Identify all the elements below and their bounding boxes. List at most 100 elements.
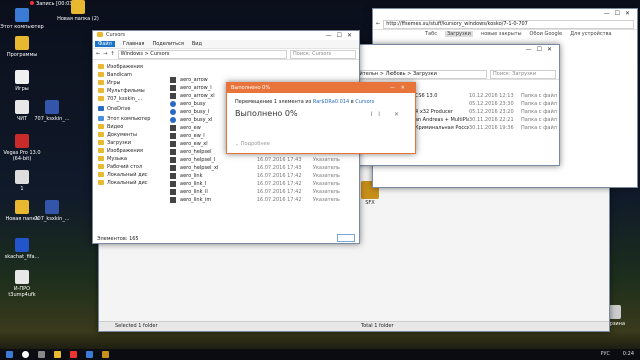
- browser-url-field[interactable]: http://ffsemes.su/stuff/kursory_windows/…: [383, 19, 634, 29]
- explorer-search[interactable]: Поиск: Cursors: [290, 49, 356, 59]
- nav-item[interactable]: Музыка: [93, 155, 155, 163]
- folder-icon: [98, 156, 104, 161]
- source-link[interactable]: Rar$DRa0.014: [313, 99, 349, 105]
- folder-icon: [98, 80, 104, 85]
- taskbar-app-icon[interactable]: [86, 351, 93, 358]
- explorer-title: Cursors: [106, 32, 126, 38]
- archive-status-left: Selected 1 folder: [115, 323, 158, 329]
- explorer-path[interactable]: Windows > Cursors: [117, 49, 287, 59]
- desktop-icon[interactable]: skachat_fifa...: [0, 238, 44, 260]
- folder-icon: [98, 140, 104, 145]
- cursor-file-icon: [170, 188, 176, 195]
- clock[interactable]: 0:24: [623, 351, 634, 357]
- desktop-icon[interactable]: Этот компьютер: [0, 8, 44, 30]
- download-row[interactable]: ep CS6 13.0 10.12.2016 12:13 Папка с файл: [407, 92, 559, 100]
- file-row[interactable]: aero_helpsel_xl 16.07.2016 17:43 Указатель: [167, 164, 357, 172]
- file-row[interactable]: aero_link 16.07.2016 17:42 Указатель: [167, 172, 357, 180]
- bookmark-item[interactable]: Для устройства: [570, 31, 611, 37]
- desktop-icon-label: Программы: [6, 52, 38, 58]
- folder-icon: [98, 164, 104, 169]
- bookmark-item[interactable]: Табс: [425, 31, 437, 37]
- ribbon-tab[interactable]: Вид: [192, 41, 202, 47]
- desktop-icon[interactable]: 1: [0, 170, 44, 192]
- desktop-icon[interactable]: Программы: [0, 36, 44, 58]
- explorer-taskbar-icon[interactable]: [54, 351, 61, 358]
- nav-item[interactable]: Документы: [93, 131, 155, 139]
- view-toggle[interactable]: [337, 234, 355, 242]
- desktop-icon[interactable]: Игры: [0, 70, 44, 92]
- download-row[interactable]: m64 x32 Producer 05.12.2016 23:20 Папка с …: [407, 108, 559, 116]
- details-toggle[interactable]: ⌄ Подробнее: [235, 141, 270, 147]
- nav-item[interactable]: Мультфильмы: [93, 87, 155, 95]
- bookmark-item[interactable]: Загрузки: [444, 31, 473, 37]
- desktop-icon-image: [15, 36, 29, 50]
- forward-arrow-icon[interactable]: →: [103, 51, 107, 57]
- winrar-taskbar-icon[interactable]: [102, 351, 109, 358]
- downloads-search[interactable]: Поиск: Загрузки: [490, 69, 556, 79]
- desktop-icon-image: [15, 134, 29, 148]
- opera-taskbar-icon[interactable]: [70, 351, 77, 358]
- explorer-titlebar[interactable]: Cursors: [93, 31, 359, 40]
- archive-status-mid: Total 1 folder: [361, 323, 394, 329]
- bookmark-item[interactable]: Обои Google: [530, 31, 563, 37]
- back-arrow-icon[interactable]: ←: [376, 21, 380, 27]
- downloads-window-controls[interactable]: —☐✕: [526, 45, 557, 54]
- desktop-icon[interactable]: 707_ksxkin_...: [30, 200, 74, 222]
- language-indicator[interactable]: РУС: [600, 351, 610, 357]
- folder-icon: [98, 132, 104, 137]
- nav-item[interactable]: Изображения: [93, 147, 155, 155]
- nav-item[interactable]: Bandicam: [93, 71, 155, 79]
- start-icon[interactable]: [6, 351, 13, 358]
- desktop-icon-image: [45, 100, 59, 114]
- nav-item[interactable]: Изображения: [93, 63, 155, 71]
- desktop-icon-label: skachat_fifa...: [4, 254, 40, 260]
- cursor-file-icon: [170, 140, 176, 147]
- folder-icon: [98, 116, 104, 121]
- chevron-down-icon: ⌄: [235, 141, 240, 147]
- folder-icon: [97, 32, 103, 37]
- desktop-icon[interactable]: Vegas Pro 13.0 (64-bit): [0, 134, 44, 162]
- browser-window-controls[interactable]: —☐✕: [604, 9, 635, 18]
- nav-item[interactable]: Этот компьютер: [93, 115, 155, 123]
- nav-item[interactable]: Видео: [93, 123, 155, 131]
- desktop-icon[interactable]: 707_ksxkin_...: [30, 100, 74, 122]
- nav-item[interactable]: Рабочий стол: [93, 163, 155, 171]
- ribbon-tab[interactable]: Поделиться: [152, 41, 183, 47]
- desktop-icon[interactable]: Новая папка (2): [56, 0, 100, 22]
- download-row[interactable]: ь - Криминальная Росси... 30.11.2016 19:3…: [407, 124, 559, 132]
- file-row[interactable]: aero_link_im 16.07.2016 17:42 Указатель: [167, 196, 357, 204]
- destination-link[interactable]: Cursors: [355, 99, 374, 105]
- bookmark-item[interactable]: новые закрыты: [481, 31, 522, 37]
- desktop-icon-image: [15, 8, 29, 22]
- desktop-icon[interactable]: И-ПРО t3ump4ufk: [0, 270, 44, 298]
- nav-item[interactable]: Локальный дис: [93, 179, 155, 187]
- desktop-icon-label: Vegas Pro 13.0 (64-bit): [3, 150, 41, 162]
- navigation-pane: Изображения Bandicam Игры Мультфильмы 707_ks…: [93, 63, 155, 233]
- folder-icon: [98, 64, 104, 69]
- download-row[interactable]: o San Andreas + MultiPla... 30.11.2016 22…: [407, 116, 559, 124]
- downloads-path[interactable]: асстейтельн > Любовь > Загрузки: [342, 69, 487, 79]
- nav-item[interactable]: Загрузки: [93, 139, 155, 147]
- file-row[interactable]: aero_link_l 16.07.2016 17:42 Указатель: [167, 180, 357, 188]
- explorer-address-row: ← → ↑ Windows > Cursors Поиск: Cursors: [93, 49, 359, 60]
- back-arrow-icon[interactable]: ←: [96, 51, 100, 57]
- archive-statusbar: Selected 1 folder Total 1 folder: [99, 321, 609, 331]
- progress-dialog[interactable]: Выполнено 0% —✕ Перемещение 1 элемента и…: [226, 82, 416, 154]
- up-arrow-icon[interactable]: ↑: [110, 51, 114, 57]
- pause-cancel-icons[interactable]: II ✕: [371, 111, 405, 118]
- ribbon-tab[interactable]: Главная: [123, 41, 145, 47]
- desktop-icon-image: [71, 0, 85, 14]
- nav-item[interactable]: Игры: [93, 79, 155, 87]
- nav-item[interactable]: Локальный дис: [93, 171, 155, 179]
- dialog-controls[interactable]: —✕: [390, 83, 411, 93]
- ribbon-tab[interactable]: Файл: [95, 41, 115, 47]
- nav-item[interactable]: 707_ksxkin_...: [93, 95, 155, 103]
- nav-item[interactable]: OneDrive: [93, 105, 155, 113]
- file-row[interactable]: aero_link_il 16.07.2016 17:42 Указатель: [167, 188, 357, 196]
- task-view-icon[interactable]: [38, 351, 45, 358]
- dialog-titlebar[interactable]: Выполнено 0% —✕: [227, 83, 415, 93]
- download-row[interactable]: ...05.12.2016 23:30Папка с файл: [407, 100, 559, 108]
- search-icon[interactable]: [22, 351, 29, 358]
- explorer-window-controls[interactable]: —☐✕: [326, 31, 357, 40]
- file-row[interactable]: aero_helpsel_l 16.07.2016 17:43 Указатель: [167, 156, 357, 164]
